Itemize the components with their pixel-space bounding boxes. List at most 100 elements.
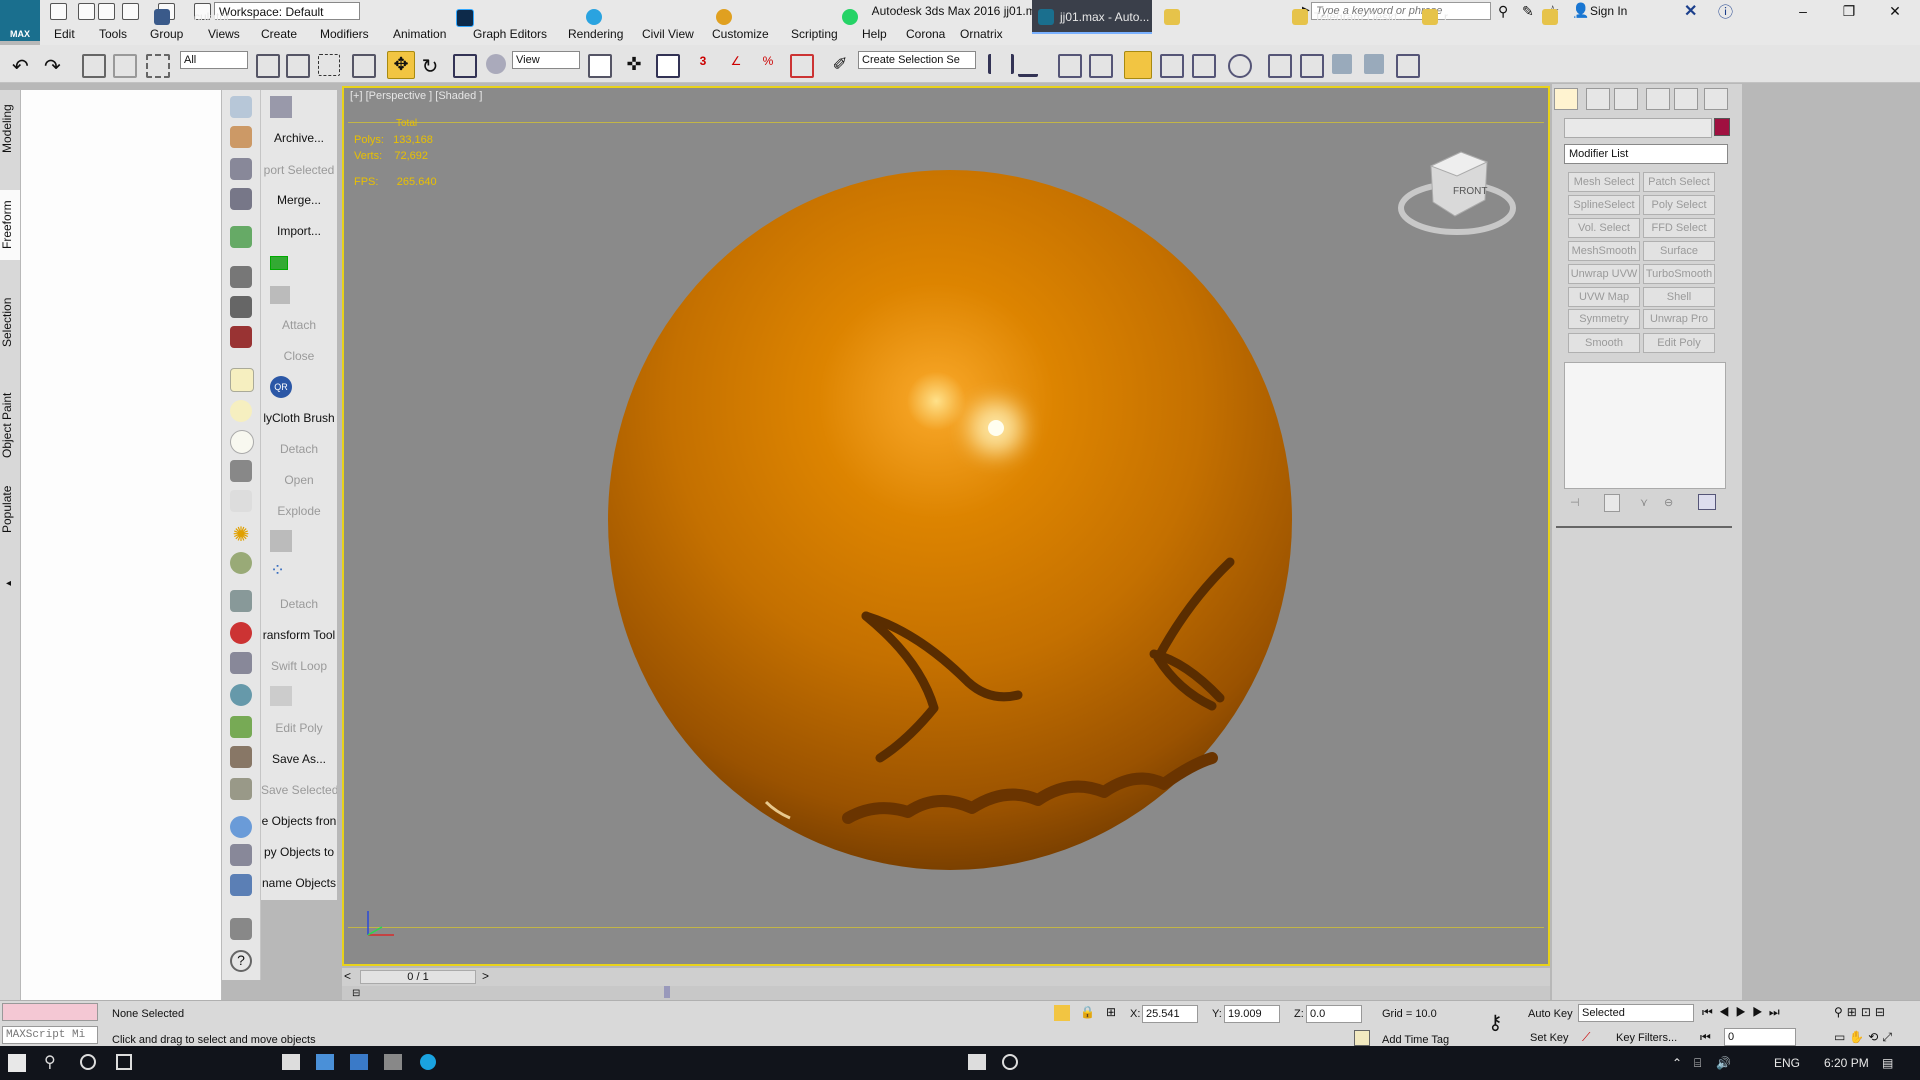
- menu-animation[interactable]: Animation: [393, 27, 446, 41]
- isolate-selection-icon[interactable]: [1054, 1005, 1070, 1021]
- named-selection-set-dropdown[interactable]: Create Selection Se: [858, 51, 976, 69]
- merge-button[interactable]: Merge...: [261, 193, 337, 207]
- taskbar-telegram[interactable]: Telegram (4): [580, 0, 706, 34]
- taskbar-3dsmax[interactable]: jj01.max - Auto...: [1032, 0, 1152, 34]
- window-crossing-icon[interactable]: [352, 54, 376, 78]
- time-slider[interactable]: [342, 968, 1550, 986]
- transform-tool-button[interactable]: ransform Tool: [261, 628, 337, 642]
- taskbar-calculator[interactable]: Calculator: [148, 0, 266, 34]
- show-end-result-icon[interactable]: [1604, 494, 1620, 512]
- redo-toolbar-icon[interactable]: ↷: [44, 54, 64, 78]
- clock-app-icon[interactable]: [1002, 1054, 1018, 1070]
- attach-button[interactable]: Attach: [261, 318, 337, 332]
- link-icon[interactable]: [82, 54, 106, 78]
- remove-modifier-icon[interactable]: ⊖: [1664, 496, 1673, 509]
- rect-selection-region-icon[interactable]: [318, 54, 340, 76]
- render-in-cloud-icon[interactable]: [1396, 54, 1420, 78]
- absolute-mode-icon[interactable]: ⊞: [1106, 1005, 1116, 1019]
- object-color-swatch[interactable]: [1714, 118, 1730, 136]
- explode-button[interactable]: Explode: [261, 504, 337, 518]
- select-and-rotate-icon[interactable]: ↻: [420, 54, 440, 78]
- pivot-center-icon[interactable]: [588, 54, 612, 78]
- render-icon[interactable]: [230, 126, 252, 148]
- create-tab-icon[interactable]: [1554, 88, 1578, 110]
- time-slider-handle[interactable]: [664, 986, 670, 998]
- mesh-select-button[interactable]: Mesh Select: [1568, 172, 1640, 192]
- motion-tab-icon[interactable]: [1646, 88, 1670, 110]
- mail-icon[interactable]: [316, 1054, 334, 1070]
- export-selected-button[interactable]: port Selected: [261, 163, 337, 177]
- utility-icon[interactable]: [230, 918, 252, 940]
- next-frame-icon[interactable]: >: [482, 969, 489, 983]
- viewport-nav-icons-2[interactable]: ▭✋⟲⤢: [1834, 1030, 1896, 1045]
- character-icon[interactable]: [230, 266, 252, 288]
- explorer-icon[interactable]: [384, 1054, 402, 1070]
- prev-frame-icon[interactable]: <: [344, 969, 351, 983]
- angle-snap-icon[interactable]: ∠: [726, 54, 746, 74]
- store-icon[interactable]: [282, 1054, 300, 1070]
- scene-explorer-icon[interactable]: [1058, 54, 1082, 78]
- sphere-icon[interactable]: [230, 430, 254, 454]
- menu-edit[interactable]: Edit: [54, 27, 75, 41]
- key-mode-toggle-icon[interactable]: ⏮: [1700, 1030, 1711, 1045]
- placement-icon[interactable]: [486, 54, 506, 74]
- grid-icon[interactable]: [230, 590, 252, 612]
- exchange-apps-icon[interactable]: ✕: [1684, 1, 1697, 21]
- material-editor-icon[interactable]: [1228, 54, 1252, 78]
- spinner-snap-icon[interactable]: [790, 54, 814, 78]
- language-indicator[interactable]: ENG: [1774, 1046, 1800, 1080]
- render-iterative-icon[interactable]: [1364, 54, 1384, 74]
- notifications-icon[interactable]: ▤: [1882, 1046, 1893, 1080]
- toggle-ribbon-icon[interactable]: [1124, 51, 1152, 79]
- menu-tools[interactable]: Tools: [99, 27, 127, 41]
- import-button[interactable]: Import...: [261, 224, 337, 238]
- frame-counter[interactable]: 0 / 1: [360, 970, 476, 984]
- close-icon[interactable]: ✕: [1872, 0, 1918, 23]
- material-browser-icon[interactable]: [230, 844, 252, 866]
- bind-spacewarp-icon[interactable]: [146, 54, 170, 78]
- viewport-nav-icons[interactable]: ⚲⊞⊡⊟: [1834, 1005, 1889, 1019]
- scatter-icon[interactable]: [230, 778, 252, 800]
- select-and-scale-icon[interactable]: [453, 54, 477, 78]
- smooth-button[interactable]: Smooth: [1568, 333, 1640, 353]
- taskbar-3d[interactable]: 3d: [1536, 0, 1596, 34]
- display-tab-icon[interactable]: [1674, 88, 1698, 110]
- y-coordinate-field[interactable]: 19.009: [1224, 1005, 1280, 1023]
- objects-from-button[interactable]: e Objects fron: [261, 814, 337, 828]
- percent-snap-icon[interactable]: %: [758, 54, 778, 74]
- modifier-stack-list[interactable]: [1564, 362, 1726, 489]
- tray-chevron-icon[interactable]: ⌃: [1672, 1046, 1682, 1080]
- tab-populate[interactable]: Populate: [0, 478, 20, 540]
- taskbar-screenshots[interactable]: Screenshots: [1158, 0, 1282, 34]
- edit-named-selection-icon[interactable]: ✐: [830, 54, 850, 74]
- current-frame-field[interactable]: 0: [1724, 1028, 1796, 1046]
- modify-tab-icon[interactable]: [1586, 88, 1610, 110]
- turbosmooth-button[interactable]: TurboSmooth: [1643, 264, 1715, 284]
- plant-icon[interactable]: [230, 716, 252, 738]
- swift-loop-button[interactable]: Swift Loop: [261, 659, 337, 673]
- render-setup-icon[interactable]: [1268, 54, 1292, 78]
- meshsmooth-button[interactable]: MeshSmooth: [1568, 241, 1640, 261]
- hair-icon[interactable]: [230, 746, 252, 768]
- shell-button[interactable]: Shell: [1643, 287, 1715, 307]
- patch-select-button[interactable]: Patch Select: [1643, 172, 1715, 192]
- camera-icon[interactable]: [230, 296, 252, 318]
- x-coordinate-field[interactable]: 25.541: [1142, 1005, 1198, 1023]
- binoculars-icon[interactable]: ⚲: [1498, 3, 1508, 20]
- keyboard-shortcut-override-icon[interactable]: [656, 54, 680, 78]
- spreadsheet-icon[interactable]: [230, 188, 252, 210]
- schematic-view-icon[interactable]: [1192, 54, 1216, 78]
- taskbar-photoshop[interactable]: Adobe Photosh...: [450, 0, 576, 34]
- align-icon[interactable]: [1018, 54, 1038, 77]
- tab-object-paint[interactable]: Object Paint: [0, 380, 20, 470]
- film-icon[interactable]: [230, 326, 252, 348]
- make-unique-icon[interactable]: ⋎: [1640, 496, 1648, 509]
- rendered-frame-window-icon[interactable]: [1300, 54, 1324, 78]
- taskbar-chrome[interactable]: My Models - G...: [710, 0, 836, 34]
- open-button[interactable]: Open: [261, 473, 337, 487]
- cone-icon[interactable]: [230, 490, 252, 512]
- listener-mini[interactable]: [2, 1003, 98, 1021]
- plane-icon[interactable]: [230, 368, 254, 392]
- help-circle-icon[interactable]: ?: [230, 950, 252, 972]
- archive-button[interactable]: Archive...: [261, 131, 337, 145]
